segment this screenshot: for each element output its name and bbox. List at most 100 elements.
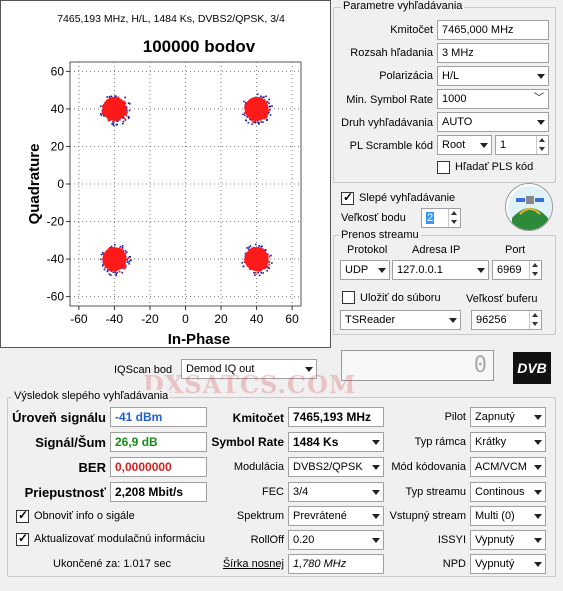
refresh-info-label: Obnoviť info o sigále (34, 510, 135, 522)
edge-sample-point (260, 95, 262, 98)
snr-label: Signál/Šum (35, 435, 106, 450)
core-sample-point (256, 269, 259, 272)
counter-value: 0 (473, 353, 487, 378)
chevron-down-icon (372, 490, 380, 495)
edge-sample-point (129, 256, 131, 258)
edge-sample-point (268, 108, 271, 111)
edge-sample-point (112, 271, 115, 273)
edge-sample-point (254, 243, 257, 246)
frame-type-select[interactable]: Krátky (470, 432, 546, 452)
pls-code-input[interactable]: 1 (495, 135, 549, 155)
core-sample-point (124, 112, 127, 115)
pilot-select[interactable]: Zapnutý (470, 407, 546, 427)
min-sr-select[interactable]: 1000 ﹀ (437, 89, 549, 109)
step-input[interactable]: 2 (421, 208, 461, 228)
edge-sample-point (268, 98, 271, 101)
core-sample-point (123, 117, 126, 120)
edge-sample-point (100, 258, 102, 261)
core-sample-point (245, 103, 247, 106)
core-sample-point (244, 109, 247, 111)
spin-arrows-icon[interactable] (536, 136, 548, 154)
input-stream-select[interactable]: Multi (0) (470, 506, 546, 526)
edge-sample-point (269, 114, 272, 116)
edge-sample-point (268, 102, 270, 105)
issyi-select[interactable]: Vypnutý (470, 530, 546, 550)
chevron-down-icon (372, 440, 380, 445)
min-sr-label: Min. Symbol Rate (346, 94, 433, 106)
core-sample-point (255, 247, 258, 250)
ber-label: BER (78, 460, 106, 475)
edge-sample-point (244, 114, 246, 117)
blind-scan-checkbox[interactable] (341, 190, 354, 205)
modcod-select[interactable]: ACM/VCM (470, 457, 546, 477)
core-sample-point (244, 112, 247, 114)
search-type-select[interactable]: AUTO (437, 112, 549, 132)
edge-sample-point (253, 271, 255, 274)
app-select[interactable]: TSReader (340, 310, 461, 330)
refresh-info-checkbox[interactable] (16, 508, 29, 523)
core-sample-point (125, 114, 128, 117)
edge-sample-point (245, 119, 248, 122)
pls-mode-select[interactable]: Root (437, 135, 492, 155)
edge-sample-point (124, 96, 126, 99)
protocol-select[interactable]: UDP (340, 260, 390, 280)
res-freq-value: 7465,193 MHz (288, 407, 384, 427)
polarization-select[interactable]: H/L (437, 66, 549, 86)
buffer-input[interactable]: 96256 (471, 310, 542, 330)
core-sample-point (121, 248, 124, 251)
spectrum-select[interactable]: Prevrátené (288, 506, 384, 526)
edge-sample-point (271, 262, 273, 264)
stream-type-select[interactable]: Continous (470, 482, 546, 502)
buffer-label: Veľkosť buferu (466, 293, 538, 305)
spin-arrows-icon[interactable] (529, 311, 541, 329)
res-sr-value[interactable]: 1484 Ks (288, 432, 384, 452)
ber-value: 0,0000000 (110, 457, 207, 477)
pls-search-checkbox[interactable] (437, 161, 450, 174)
chevron-down-icon (372, 538, 380, 543)
core-sample-point (117, 96, 120, 99)
core-sample-point (253, 247, 256, 250)
core-sample-point (117, 249, 120, 251)
save-to-file-checkbox[interactable] (342, 291, 355, 304)
edge-sample-point (115, 274, 117, 277)
core-sample-point (260, 120, 263, 123)
core-sample-point (106, 99, 108, 102)
bandwidth-label[interactable]: Šírka nosnej (200, 558, 284, 570)
npd-select[interactable]: Vypnutý (470, 554, 546, 574)
ip-select[interactable]: 127.0.0.1 (392, 260, 489, 280)
edge-sample-point (265, 95, 267, 98)
fec-select[interactable]: 3/4 (288, 482, 384, 502)
edge-sample-point (116, 271, 118, 274)
chevron-down-icon (378, 268, 386, 273)
chevron-down-icon (480, 143, 488, 148)
edge-sample-point (108, 273, 111, 275)
rolloff-select[interactable]: 0.20 (288, 530, 384, 550)
range-input[interactable]: 3 MHz (437, 43, 549, 63)
satellite-logo-icon (505, 183, 553, 231)
constellation-panel: 7465,193 MHz, H/L, 1484 Ks, DVBS2/QPSK, … (0, 0, 331, 348)
core-sample-point (266, 266, 269, 269)
x-tick-label: -60 (70, 312, 88, 326)
freq-input[interactable]: 7465,000 MHz (437, 20, 549, 40)
edge-sample-point (262, 121, 264, 123)
counter-display: 0 (341, 350, 494, 381)
mod-select[interactable]: DVBS2/QPSK (288, 457, 384, 477)
spin-arrows-icon[interactable] (529, 261, 541, 279)
core-sample-point (103, 108, 105, 111)
edge-sample-point (126, 259, 129, 261)
res-freq-label: Kmitočet (232, 411, 284, 425)
core-sample-point (107, 119, 110, 122)
update-mod-checkbox[interactable] (16, 531, 29, 546)
spin-arrows-icon[interactable] (448, 209, 460, 227)
signal-level-label: Úroveň signálu (12, 410, 106, 425)
edge-sample-point (246, 247, 248, 249)
core-sample-point (265, 116, 268, 118)
edge-sample-point (121, 271, 124, 274)
throughput-label: Priepustnosť (24, 485, 106, 500)
core-sample-point (101, 105, 104, 108)
core-sample-point (101, 111, 104, 114)
edge-sample-point (124, 249, 127, 252)
port-input[interactable]: 6969 (492, 260, 542, 280)
core-sample-point (123, 100, 126, 103)
core-sample-point (123, 265, 125, 267)
